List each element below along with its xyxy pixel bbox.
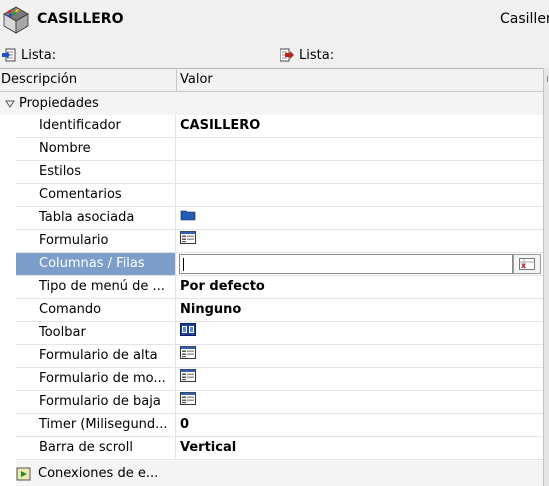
- property-row[interactable]: Comentarios: [16, 184, 543, 207]
- property-value-text: Ninguno: [180, 302, 242, 317]
- group-conexiones[interactable]: Conexiones de e...: [16, 461, 543, 486]
- property-name: Formulario de baja: [16, 391, 176, 413]
- property-value-input[interactable]: [179, 254, 513, 274]
- property-row[interactable]: Toolbar: [16, 322, 543, 345]
- property-row[interactable]: Tipo de menú de ... Por defecto: [16, 276, 543, 299]
- property-value[interactable]: CASILLERO: [177, 115, 543, 137]
- property-value[interactable]: [177, 345, 543, 367]
- property-name: Estilos: [16, 161, 176, 183]
- column-header-description[interactable]: Descripción: [1, 72, 77, 87]
- property-row[interactable]: Columnas / Filas x: [16, 253, 543, 276]
- property-value[interactable]: Ninguno: [177, 299, 543, 321]
- window-header: CASILLERO Casiller: [0, 0, 549, 42]
- property-row[interactable]: Formulario de mo...: [16, 368, 543, 391]
- property-value[interactable]: [177, 138, 543, 160]
- text-caret: [183, 258, 184, 271]
- lista-right[interactable]: Lista:: [280, 46, 334, 64]
- property-grid: Descripción Valor Propiedades Identifica…: [0, 68, 543, 486]
- form-icon[interactable]: [180, 391, 196, 413]
- form-icon[interactable]: [180, 345, 196, 367]
- property-value-text: 0: [180, 417, 190, 432]
- property-value[interactable]: Vertical: [177, 437, 543, 459]
- import-list-icon: [2, 48, 16, 62]
- property-value[interactable]: 0: [177, 414, 543, 436]
- property-name: Nombre: [16, 138, 176, 160]
- property-row[interactable]: Estilos: [16, 161, 543, 184]
- column-header-value[interactable]: Valor: [180, 72, 213, 87]
- property-value-text: Por defecto: [180, 279, 265, 294]
- vertical-scrollbar[interactable]: [543, 68, 549, 486]
- property-name: Toolbar: [16, 322, 176, 344]
- property-name: Timer (Milisegund...: [16, 414, 176, 436]
- svg-text:x: x: [521, 261, 527, 270]
- property-name: Comando: [16, 299, 176, 321]
- lista-right-label: Lista:: [299, 47, 335, 63]
- form-icon[interactable]: [180, 368, 196, 390]
- chevron-down-icon[interactable]: [4, 98, 16, 110]
- page-title: CASILLERO: [37, 11, 124, 27]
- property-name: Formulario de alta: [16, 345, 176, 367]
- property-value[interactable]: Por defecto: [177, 276, 543, 298]
- grid-column-header: Descripción Valor: [0, 69, 543, 92]
- property-value[interactable]: [177, 184, 543, 206]
- property-name: Formulario de mo...: [16, 368, 176, 390]
- property-value[interactable]: [177, 368, 543, 390]
- property-name: Comentarios: [16, 184, 176, 206]
- property-name: Tabla asociada: [16, 207, 176, 229]
- property-name: Tipo de menú de ...: [16, 276, 176, 298]
- edit-grid-button[interactable]: x: [513, 254, 541, 274]
- property-value[interactable]: [177, 207, 543, 229]
- toolbar-icon[interactable]: [180, 322, 196, 344]
- grid-editor-icon: x: [519, 258, 535, 270]
- property-row[interactable]: Barra de scroll Vertical: [16, 437, 543, 460]
- group-label: Propiedades: [19, 96, 99, 111]
- property-value[interactable]: [177, 391, 543, 413]
- property-row[interactable]: Comando Ninguno: [16, 299, 543, 322]
- property-value[interactable]: [177, 322, 543, 344]
- form-icon[interactable]: [180, 230, 196, 252]
- column-separator[interactable]: [176, 69, 177, 92]
- property-value[interactable]: [177, 230, 543, 252]
- export-list-icon: [280, 48, 294, 62]
- property-row[interactable]: Formulario: [16, 230, 543, 253]
- property-row[interactable]: Formulario de alta: [16, 345, 543, 368]
- group-propiedades[interactable]: Propiedades: [0, 92, 543, 115]
- property-value-text: Vertical: [180, 440, 237, 455]
- lista-left-label: Lista:: [21, 47, 57, 63]
- object-cube-icon: [3, 6, 29, 34]
- property-row[interactable]: Timer (Milisegund... 0: [16, 414, 543, 437]
- property-row[interactable]: Nombre: [16, 138, 543, 161]
- connections-icon: [16, 467, 31, 480]
- property-value-text: CASILLERO: [180, 118, 261, 133]
- property-name: Formulario: [16, 230, 176, 252]
- property-value[interactable]: [177, 161, 543, 183]
- folder-icon[interactable]: [180, 207, 196, 229]
- property-row[interactable]: Formulario de baja: [16, 391, 543, 414]
- property-name: Identificador: [16, 115, 176, 137]
- property-name: Columnas / Filas: [16, 253, 176, 275]
- property-row[interactable]: Identificador CASILLERO: [16, 115, 543, 138]
- page-title-right: Casiller: [500, 11, 549, 27]
- property-name: Barra de scroll: [16, 437, 176, 459]
- property-value[interactable]: x: [177, 253, 543, 275]
- group-label-conexiones: Conexiones de e...: [38, 466, 159, 481]
- lista-left[interactable]: Lista:: [2, 46, 56, 64]
- lista-bar: Lista: Lista:: [0, 42, 549, 68]
- property-row[interactable]: Tabla asociada: [16, 207, 543, 230]
- scrollbar-notch: [547, 76, 548, 82]
